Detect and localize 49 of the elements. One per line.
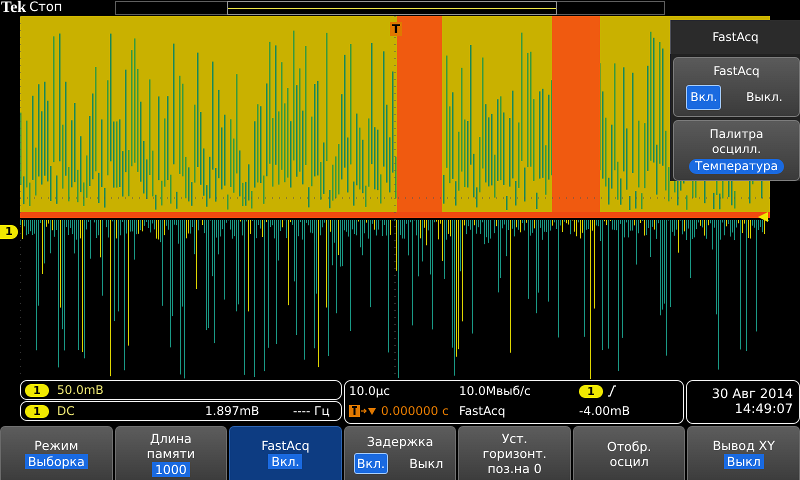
menu-item[interactable]: FastAcq Вкл. Выкл. bbox=[673, 57, 800, 117]
button-label: Задержка bbox=[366, 434, 434, 448]
channel-badge: 1 bbox=[579, 384, 603, 398]
date-text: 30 Авг 2014 bbox=[712, 387, 793, 402]
menu-button[interactable]: Уст. горизонт. поз.на 0 bbox=[458, 426, 571, 480]
menu-button[interactable]: Режим Выборка bbox=[0, 426, 113, 480]
menu-button[interactable]: Длина памяти 1000 bbox=[114, 426, 228, 480]
button-label: Уст. горизонт. поз.на 0 bbox=[482, 431, 547, 476]
time-text: 14:49:07 bbox=[734, 402, 793, 417]
coupling-label: DC bbox=[57, 404, 76, 418]
toggle-option[interactable]: Вкл. bbox=[354, 452, 388, 474]
item-label: FastAcq bbox=[712, 64, 761, 79]
button-label: Режим bbox=[34, 438, 78, 453]
item-label: Палитра осцилл. bbox=[708, 127, 764, 157]
button-value: 1000 bbox=[152, 462, 190, 476]
brand-logo: Tek bbox=[1, 0, 26, 16]
toggle-option[interactable]: Выкл. bbox=[742, 85, 787, 110]
time-per-division: 10.0μс bbox=[349, 384, 391, 398]
button-label: Длина памяти bbox=[146, 430, 195, 460]
channel-badge: 1 bbox=[25, 384, 49, 396]
rising-edge-icon bbox=[607, 385, 617, 397]
channel-badge: 1 bbox=[25, 404, 49, 418]
menu-button[interactable]: Отобр. осцил bbox=[572, 426, 686, 480]
trigger-level-icon bbox=[758, 212, 768, 222]
toggle-option[interactable]: Выкл bbox=[406, 452, 446, 474]
acquisition-status: Стоп bbox=[29, 0, 64, 16]
menu-button[interactable]: Вывод XY Выкл bbox=[687, 426, 800, 480]
volts-per-division: 50.0mB bbox=[57, 383, 104, 397]
trigger-position: 0.000000 с bbox=[381, 404, 449, 418]
button-label: Отобр. осцил bbox=[606, 438, 652, 468]
frequency-value: ---- Гц bbox=[293, 404, 330, 418]
channel-marker: 1 bbox=[0, 225, 18, 239]
item-value: Температура bbox=[688, 159, 784, 174]
trigger-marker: T bbox=[390, 22, 402, 36]
menu-button[interactable]: FastAcq Вкл. bbox=[229, 426, 342, 480]
trigger-level: -4.00mB bbox=[579, 404, 631, 418]
mean-value: 1.897mB bbox=[205, 404, 260, 418]
button-value: Выборка bbox=[24, 454, 88, 469]
trigger-position-icon bbox=[349, 405, 377, 417]
menu-button[interactable]: Задержка Вкл. Выкл bbox=[344, 426, 456, 480]
menu-title: FastAcq bbox=[670, 20, 800, 54]
button-label: Вывод XY bbox=[712, 438, 775, 453]
button-value: Вкл. bbox=[268, 454, 302, 469]
button-label: FastAcq bbox=[261, 438, 310, 453]
toggle-option[interactable]: Вкл. bbox=[686, 85, 722, 110]
acquisition-mode: FastAcq bbox=[459, 404, 506, 418]
button-value: Выкл bbox=[724, 454, 764, 469]
sample-rate: 10.0Мвыб/с bbox=[459, 384, 532, 398]
menu-item[interactable]: Палитра осцилл. Температура bbox=[673, 120, 800, 181]
